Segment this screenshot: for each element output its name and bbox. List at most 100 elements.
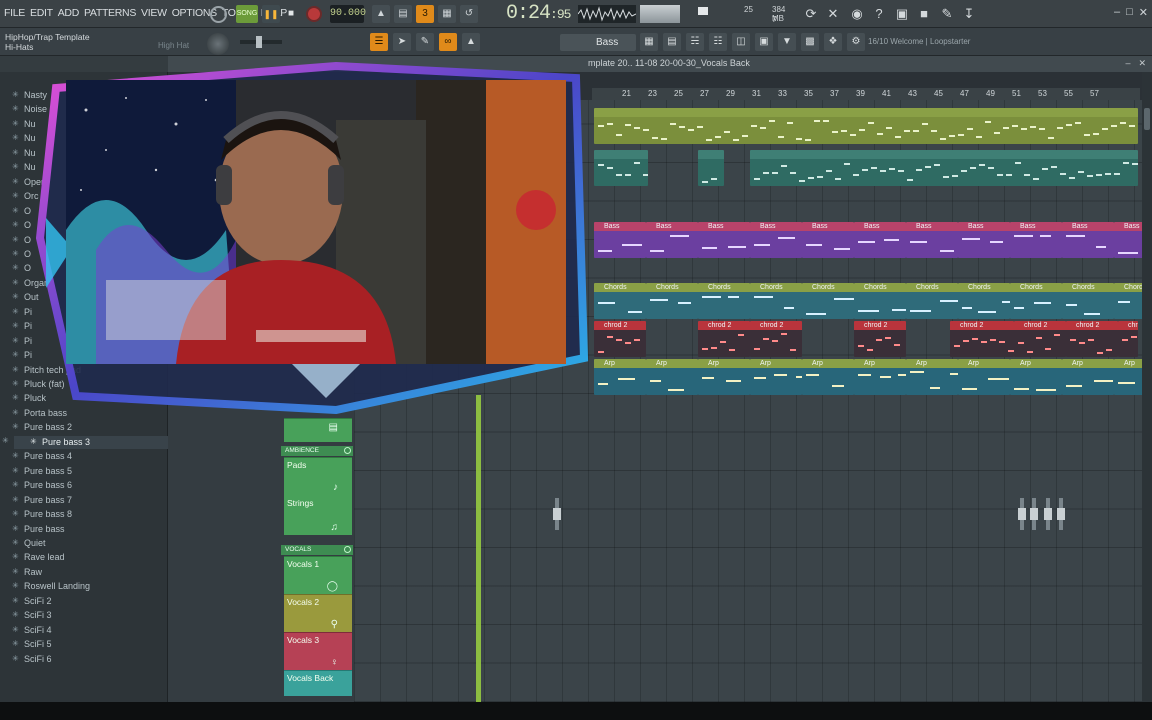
chrod-clip[interactable]: chrod 2 xyxy=(1014,321,1066,357)
group-ambience-led-icon[interactable] xyxy=(344,447,351,454)
menu-add[interactable]: ADD xyxy=(58,7,80,19)
chrod-clip[interactable]: chrod 2 xyxy=(854,321,906,357)
pencil-icon[interactable]: ✎ xyxy=(416,33,434,51)
bass-clip[interactable]: Bass xyxy=(594,222,646,258)
menu-edit[interactable]: EDIT xyxy=(30,7,53,19)
help-icon[interactable]: ? xyxy=(870,5,888,23)
group-vocals[interactable]: VOCALS xyxy=(281,545,353,555)
arp-clip[interactable]: Arp xyxy=(1062,359,1114,395)
channel-rack-icon[interactable]: ▦ xyxy=(640,33,658,51)
browser-item[interactable]: O xyxy=(12,206,31,216)
browser-item[interactable]: O xyxy=(12,263,31,273)
close-icon[interactable]: ✕ xyxy=(1139,6,1148,19)
chrod-clip[interactable]: chrod 2 xyxy=(750,321,802,357)
arp-clip[interactable]: Arp xyxy=(594,359,646,395)
stamp-icon[interactable]: ▲ xyxy=(462,33,480,51)
perc-clip[interactable] xyxy=(594,150,648,186)
chords-clip[interactable]: Chords xyxy=(1010,283,1062,319)
timeline-ruler[interactable]: 21 23 25 27 29 31 33 35 37 39 41 43 45 47 49 51 53 55 57 xyxy=(592,88,1140,100)
minimize-icon[interactable]: – xyxy=(1114,6,1120,19)
browser-item[interactable]: SciFi 4 xyxy=(12,625,51,635)
track-header-vocals-2[interactable]: Vocals 2 ⚲ xyxy=(284,594,352,632)
bass-clip[interactable]: Bass xyxy=(698,222,750,258)
save-icon[interactable]: ▣ xyxy=(893,5,911,23)
song-mode-button[interactable]: SONG xyxy=(236,5,258,23)
chords-clip[interactable]: Chords xyxy=(1062,283,1114,319)
browser-item[interactable]: SciFi 5 xyxy=(12,639,51,649)
browser-item[interactable]: Pure bass 2 xyxy=(12,422,72,432)
chords-clip[interactable]: Chords xyxy=(698,283,750,319)
track-header-vocals-back[interactable]: Vocals Back xyxy=(284,670,352,696)
chrod-clip[interactable]: chrod 2 xyxy=(1118,321,1138,357)
bass-clip[interactable]: Bass xyxy=(906,222,958,258)
pause-button[interactable]: ❚❚ xyxy=(262,5,280,23)
piano-roll-icon[interactable]: ▤ xyxy=(663,33,681,51)
bass-clip[interactable]: Bass xyxy=(1062,222,1114,258)
track-header-top[interactable]: ▤ xyxy=(284,418,352,442)
arp-clip[interactable]: Arp xyxy=(646,359,698,395)
browser-item[interactable]: Rave lead xyxy=(12,552,64,562)
browser-item[interactable]: SciFi 3 xyxy=(12,610,51,620)
browser-item[interactable]: Raw xyxy=(12,567,42,577)
link-icon[interactable]: ∞ xyxy=(439,33,457,51)
playlist-minimize-icon[interactable]: – xyxy=(1125,58,1130,69)
browser-item[interactable]: O xyxy=(12,220,31,230)
bass-clip[interactable]: Bass xyxy=(1010,222,1062,258)
arrow-icon[interactable]: ➤ xyxy=(393,33,411,51)
plugin-icon[interactable]: ■ xyxy=(915,5,933,23)
master-pitch-slider[interactable] xyxy=(240,36,282,48)
chords-clip[interactable]: Chords xyxy=(646,283,698,319)
browser-item[interactable]: Pure bass 6 xyxy=(12,480,72,490)
automation-clip[interactable] xyxy=(553,498,561,530)
blend-notes-icon[interactable]: ▦ xyxy=(438,5,456,23)
browser-item[interactable]: Pi xyxy=(12,350,32,360)
playlist-scrollbar[interactable] xyxy=(1142,72,1152,702)
song-time-display[interactable]: 0:24:95 xyxy=(506,2,571,25)
stop-button[interactable]: ■ xyxy=(283,5,299,23)
settings-icon[interactable]: ⚙ xyxy=(847,33,865,51)
browser-item[interactable]: Pure bass 3 xyxy=(30,437,90,447)
bass-clip[interactable]: Bass xyxy=(802,222,854,258)
wait-input-icon[interactable]: ▤ xyxy=(394,5,412,23)
playhead-marker[interactable] xyxy=(476,395,481,702)
arp-clip[interactable]: Arp xyxy=(958,359,1010,395)
plugin-picker-icon[interactable]: ▼ xyxy=(778,33,796,51)
chords-clip[interactable]: Chords xyxy=(906,283,958,319)
chords-clip[interactable]: Chords xyxy=(594,283,646,319)
metronome-icon[interactable]: ▲ xyxy=(372,5,390,23)
chrod-clip[interactable]: chrod 2 xyxy=(698,321,750,357)
chrod-clip[interactable]: chrod 2 xyxy=(1066,321,1118,357)
arp-clip[interactable]: Arp xyxy=(854,359,906,395)
browser-item[interactable]: Nu xyxy=(12,119,35,129)
browser-item[interactable]: O xyxy=(12,249,31,259)
menu-view[interactable]: VIEW xyxy=(141,7,167,19)
arp-clip[interactable]: Arp xyxy=(1010,359,1062,395)
browser-item[interactable]: Pure bass xyxy=(12,524,64,534)
arp-clip[interactable]: Arp xyxy=(750,359,802,395)
automation-clip[interactable] xyxy=(1044,498,1052,530)
tools-icon[interactable]: ✕ xyxy=(824,5,842,23)
chrod-clip[interactable]: chrod 2 xyxy=(950,321,1014,357)
record-button[interactable] xyxy=(306,6,322,22)
chords-clip[interactable]: Chords xyxy=(958,283,1010,319)
automation-clip[interactable] xyxy=(1018,498,1026,530)
browser-item[interactable]: Quiet xyxy=(12,538,45,548)
refresh-icon[interactable]: ⟳ xyxy=(802,5,820,23)
group-vocals-led-icon[interactable] xyxy=(344,546,351,553)
browser-item[interactable]: SciFi 6 xyxy=(12,654,51,664)
loop-record-icon[interactable]: ↺ xyxy=(460,5,478,23)
browser-item[interactable]: Pi xyxy=(12,321,32,331)
pattern-selector[interactable]: Bass xyxy=(560,34,636,51)
touch-keyboard-icon[interactable]: ▩ xyxy=(801,33,819,51)
menu-patterns[interactable]: PATTERNS xyxy=(84,7,136,19)
chrod-clip[interactable]: chrod 2 xyxy=(594,321,646,357)
mixer-icon[interactable]: ☵ xyxy=(686,33,704,51)
group-ambience[interactable]: AMBIENCE xyxy=(281,446,353,456)
browser-item[interactable]: SciFi 2 xyxy=(12,596,51,606)
chords-clip[interactable]: Chords xyxy=(750,283,802,319)
perc-clip[interactable] xyxy=(750,150,1138,186)
browser-item[interactable]: Pure bass 4 xyxy=(12,451,72,461)
bass-clip[interactable]: Bass xyxy=(958,222,1010,258)
tempo-display[interactable]: 90.000 xyxy=(330,5,366,23)
browser-icon[interactable]: ◫ xyxy=(732,33,750,51)
